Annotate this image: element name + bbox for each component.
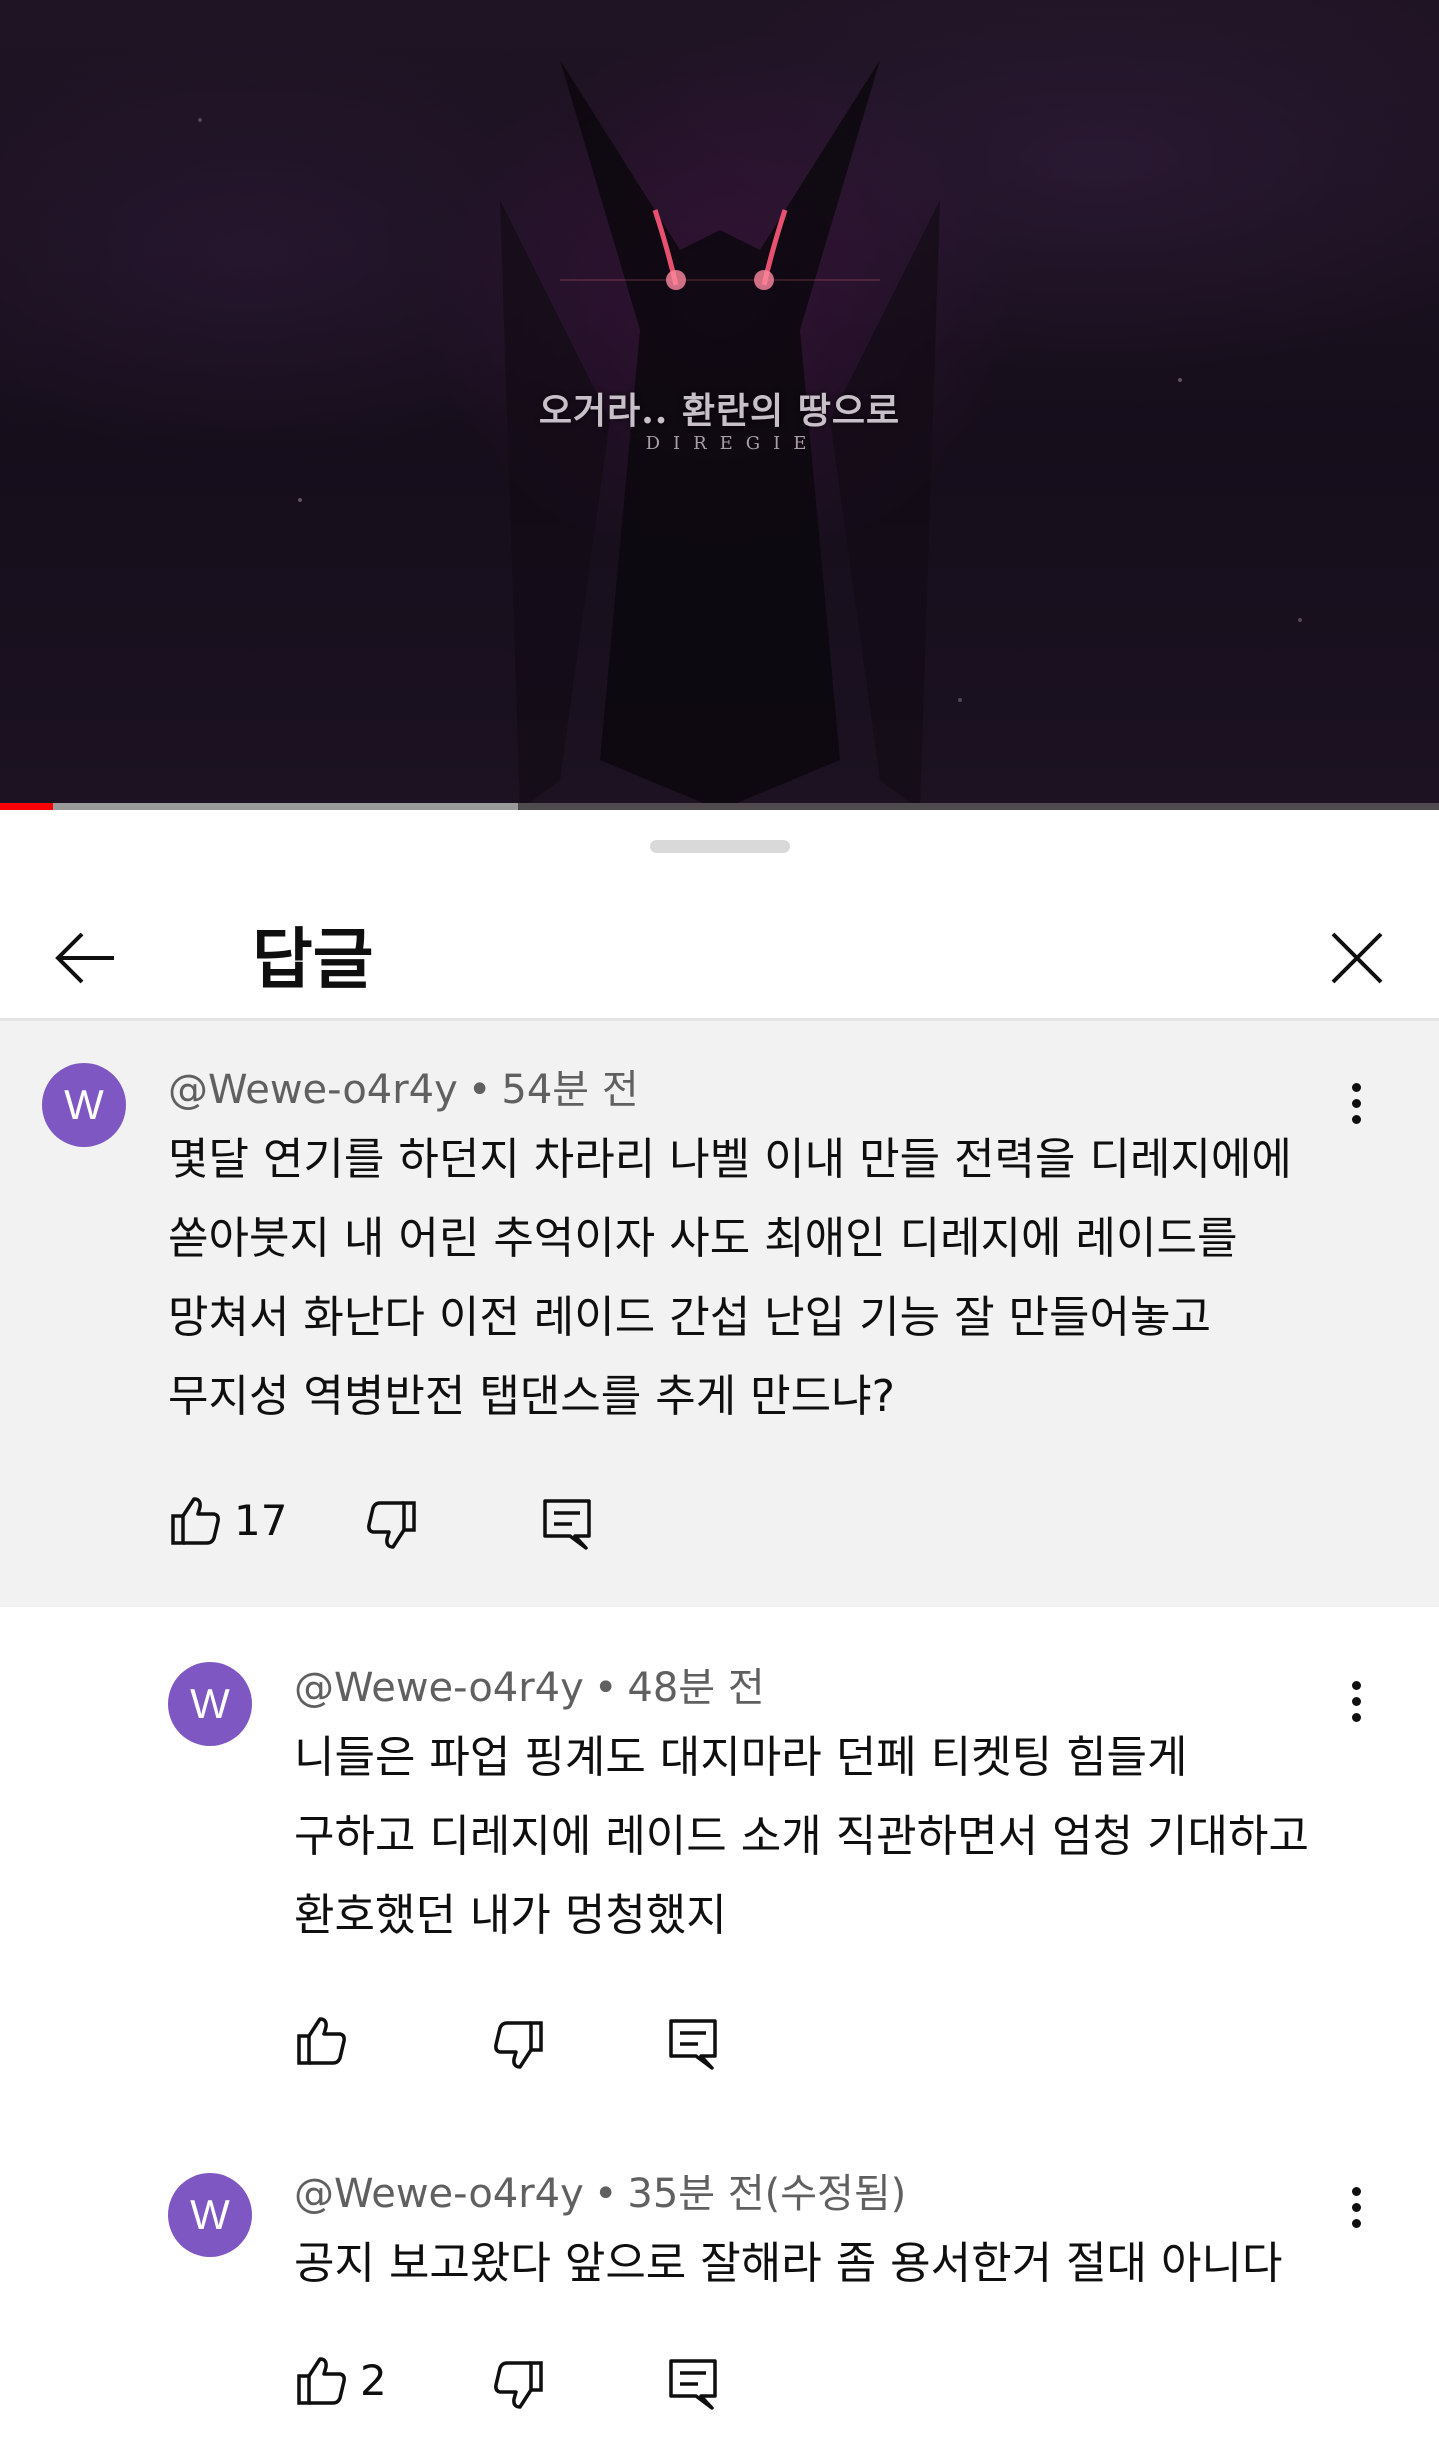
like-count: 17	[234, 1496, 288, 1545]
video-subtitle-overlay: DIREGIE	[645, 433, 820, 454]
comment-text: 니들은 파업 핑계도 대지마라 던페 티켓팅 힘들게 구하고 디레지에 레이드 …	[294, 1718, 1309, 1955]
more-options-button[interactable]	[1336, 1073, 1376, 1133]
video-player[interactable]: 오거라.. 환란의 땅으로 DIREGIE	[0, 0, 1439, 810]
more-vert-icon-dot	[1351, 2218, 1361, 2228]
comment-line: 니들은 파업 핑계도 대지마라 던페 티켓팅 힘들게	[294, 1732, 1188, 1783]
thumbs-up-icon	[297, 2017, 346, 2065]
progress-bar[interactable]	[0, 803, 1439, 810]
thumbs-down-icon	[494, 2021, 543, 2069]
reply-icon	[669, 2019, 717, 2070]
comment-line: 공지 보고왔다 앞으로 잘해라 좀 용서한거 절대 아니다	[294, 2238, 1283, 2289]
panel-title: 답글	[252, 921, 374, 998]
reply-icon	[543, 1499, 591, 1550]
progress-buffered	[0, 803, 519, 810]
meta-separator: •	[593, 1665, 618, 1711]
like-button[interactable]	[294, 2014, 360, 2068]
more-vert-icon	[1351, 1680, 1361, 1690]
thumbs-up-icon	[171, 1497, 220, 1545]
reply-button[interactable]	[666, 2016, 720, 2072]
more-options-button[interactable]	[1336, 2177, 1376, 2237]
avatar[interactable]: W	[168, 2173, 252, 2257]
thumbs-up-icon	[297, 2357, 346, 2405]
more-vert-icon-dot	[1351, 2202, 1361, 2212]
drag-handle[interactable]	[650, 840, 790, 853]
comment-line: 환호했던 내가 멍청했지	[294, 1890, 727, 1941]
reply-comment: W @Wewe-o4r4y • 35분 전(수정됨) 공지 보고왔다 앞으로 잘해라…	[0, 2107, 1439, 2454]
dislike-button[interactable]	[492, 2018, 546, 2072]
comment-time: 54분 전	[501, 1067, 639, 1113]
avatar[interactable]: W	[42, 1063, 126, 1147]
meta-separator: •	[467, 1067, 492, 1113]
comment-time: 48분 전	[627, 1665, 765, 1711]
thumbs-down-icon	[494, 2361, 543, 2409]
comment-text: 몇달 연기를 하던지 차라리 나벨 이내 만들 전력을 디레지에에 쏟아붓지 내…	[168, 1120, 1292, 1436]
close-button[interactable]	[1312, 922, 1402, 994]
panel-header: 답글	[0, 870, 1439, 1010]
meta-separator: •	[593, 2171, 618, 2217]
arrow-left-icon	[55, 932, 114, 984]
more-vert-icon-dot	[1351, 1712, 1361, 1722]
dislike-button[interactable]	[365, 1498, 419, 1552]
comment-meta: @Wewe-o4r4y • 54분 전	[168, 1065, 639, 1115]
video-title-overlay: 오거라.. 환란의 땅으로	[538, 390, 901, 432]
comment-text: 공지 보고왔다 앞으로 잘해라 좀 용서한거 절대 아니다	[294, 2224, 1282, 2303]
more-vert-icon-dot	[1351, 1098, 1361, 1108]
comment-line: 몇달 연기를 하던지 차라리 나벨 이내 만들 전력을 디레지에에	[168, 1134, 1292, 1185]
reply-icon	[669, 2359, 717, 2410]
reply-comment: W @Wewe-o4r4y • 48분 전 니들은 파업 핑계도 대지마라 던페 티…	[0, 1607, 1439, 2107]
more-vert-icon	[1351, 2186, 1361, 2196]
more-options-button[interactable]	[1336, 1671, 1376, 1731]
comment-author[interactable]: @Wewe-o4r4y	[168, 1067, 458, 1113]
comment-author[interactable]: @Wewe-o4r4y	[294, 2171, 584, 2217]
avatar[interactable]: W	[168, 1662, 252, 1746]
back-button[interactable]	[40, 922, 130, 994]
comment-line: 쏟아붓지 내 어린 추억이자 사도 최애인 디레지에 레이드를	[168, 1213, 1238, 1264]
more-vert-icon-dot	[1351, 1114, 1361, 1124]
progress-played	[0, 803, 54, 810]
comment-time: 35분 전(수정됨)	[627, 2171, 907, 2217]
dislike-button[interactable]	[492, 2358, 546, 2412]
more-vert-icon-dot	[1351, 1696, 1361, 1706]
like-button[interactable]: 17	[168, 1494, 287, 1548]
parent-comment: W @Wewe-o4r4y • 54분 전 몇달 연기를 하던지 차라리 나벨 이내…	[0, 1021, 1439, 1607]
reply-button[interactable]	[666, 2356, 720, 2412]
comment-line: 구하고 디레지에 레이드 소개 직관하면서 엄청 기대하고	[294, 1811, 1309, 1862]
comment-meta: @Wewe-o4r4y • 48분 전	[294, 1663, 765, 1713]
comment-meta: @Wewe-o4r4y • 35분 전(수정됨)	[294, 2169, 906, 2219]
more-vert-icon	[1351, 1082, 1361, 1092]
comment-author[interactable]: @Wewe-o4r4y	[294, 1665, 584, 1711]
like-count: 2	[360, 2356, 387, 2405]
close-icon	[1331, 932, 1383, 984]
comment-line: 무지성 역병반전 탭댄스를 추게 만드냐?	[168, 1371, 895, 1422]
comment-line: 망쳐서 화난다 이전 레이드 간섭 난입 기능 잘 만들어놓고	[168, 1292, 1211, 1343]
like-button[interactable]: 2	[294, 2354, 387, 2408]
thumbs-down-icon	[367, 1501, 416, 1549]
reply-button[interactable]	[540, 1496, 594, 1552]
replies-panel: 답글 W @Wewe-o4r4y • 54분 전 몇달 연기를 하던지 차라리 나벨…	[0, 810, 1439, 2454]
